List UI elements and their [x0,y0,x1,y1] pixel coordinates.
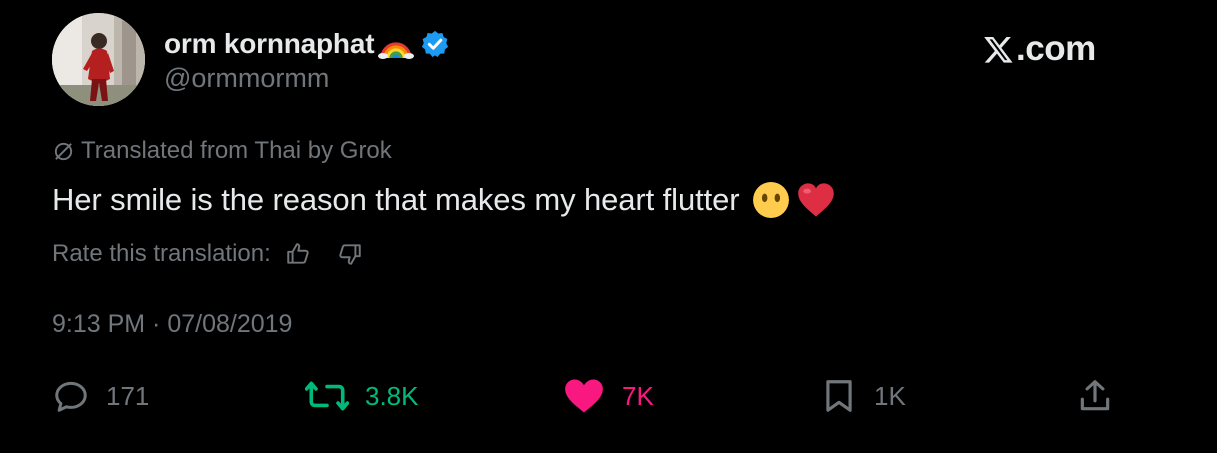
display-name[interactable]: orm kornnaphat [164,28,375,60]
rate-translation: Rate this translation: [52,239,363,269]
rate-translation-label: Rate this translation: [52,240,271,267]
like-count: 7K [622,380,654,411]
retweet-button[interactable]: 3.8K [305,376,419,416]
x-logo-icon [984,36,1013,63]
tweet-text: Her smile is the reason that makes my he… [52,178,836,222]
bookmark-button[interactable]: 1K [820,376,906,416]
author-name-row: orm kornnaphat [164,26,450,62]
globe-slash-icon [54,142,73,160]
translation-notice: Translated from Thai by Grok [52,137,392,165]
reply-icon [55,381,87,412]
bookmark-icon [826,380,852,412]
translation-notice-text: Translated from Thai by Grok [81,137,392,164]
share-icon [1080,380,1110,411]
tweet-body: Her smile is the reason that makes my he… [52,182,740,217]
reply-count: 171 [106,380,150,411]
reply-button[interactable]: 171 [52,376,149,416]
heart-icon [565,379,603,413]
bookmark-count: 1K [874,380,906,411]
thumbs-up-icon[interactable] [285,241,311,267]
retweet-count: 3.8K [365,380,419,411]
author-handle[interactable]: @ormmormm [164,63,329,94]
tweet-timestamp[interactable]: 9:13 PM · 07/08/2019 [52,310,292,339]
avatar[interactable] [52,13,145,106]
avatar-photo [52,13,145,106]
like-button[interactable]: 7K [562,376,654,416]
face-without-mouth-emoji [752,182,789,218]
verified-badge-icon[interactable] [420,29,450,59]
rainbow-icon [378,42,415,59]
brand-label: .com [1016,29,1096,68]
retweet-icon [305,381,349,411]
red-heart-emoji [797,183,834,217]
brand-watermark: .com [982,28,1096,70]
thumbs-down-icon[interactable] [337,241,363,267]
share-button[interactable] [1076,376,1114,416]
